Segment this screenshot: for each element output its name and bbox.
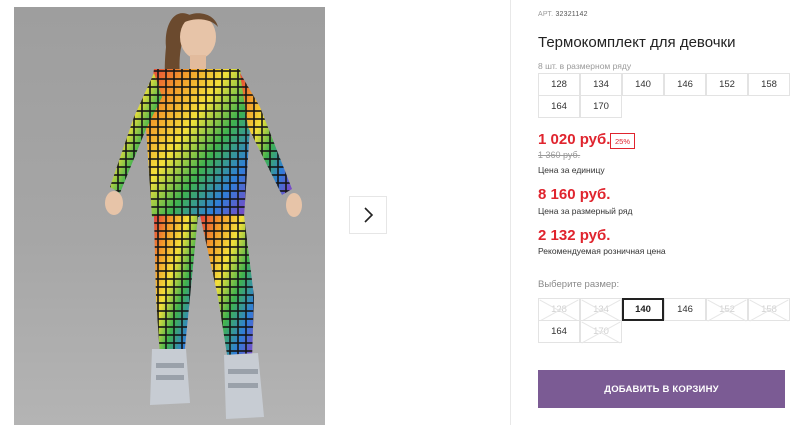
product-photo (14, 7, 325, 425)
size-range-cell: 140 (622, 73, 664, 96)
article-number: АРТ. 32321142 (538, 11, 588, 18)
size-option-158: 158 (748, 298, 790, 321)
product-gallery (0, 0, 520, 425)
article-code: 32321142 (555, 11, 588, 18)
size-range-cell: 134 (580, 73, 622, 96)
size-range-cell: 164 (538, 95, 580, 118)
size-option-164[interactable]: 164 (538, 320, 580, 343)
size-option-152: 152 (706, 298, 748, 321)
retail-price-caption: Рекомендуемая розничная цена (538, 246, 666, 256)
size-option-134: 134 (580, 298, 622, 321)
size-range-cell: 146 (664, 73, 706, 96)
girl-in-thermal-set-image (105, 13, 302, 419)
size-select-grid: 128 134 140 146 152 158 164 170 (538, 298, 790, 343)
size-option-140[interactable]: 140 (622, 298, 664, 321)
discount-badge: 25% (610, 133, 636, 149)
unit-price: 1 020 руб. (538, 131, 611, 148)
retail-price: 2 132 руб. (538, 227, 611, 244)
add-to-cart-button[interactable]: ДОБАВИТЬ В КОРЗИНУ (538, 370, 785, 408)
unit-price-caption: Цена за единицу (538, 165, 605, 175)
size-option-128: 128 (538, 298, 580, 321)
size-range-cell: 128 (538, 73, 580, 96)
chevron-right-icon (364, 207, 374, 223)
range-price: 8 160 руб. (538, 186, 611, 203)
gallery-next-button[interactable] (349, 196, 387, 234)
size-range-cell: 152 (706, 73, 748, 96)
size-option-146[interactable]: 146 (664, 298, 706, 321)
article-label: АРТ. (538, 11, 554, 18)
range-price-caption: Цена за размерный ряд (538, 206, 633, 216)
size-option-170: 170 (580, 320, 622, 343)
panel-divider (510, 0, 511, 425)
product-info-panel: АРТ. 32321142 Термокомплект для девочки … (538, 0, 800, 425)
size-range-grid: 128 134 140 146 152 158 164 170 (538, 73, 790, 118)
size-range-caption: 8 шт. в размерном ряду (538, 61, 632, 71)
size-range-cell: 170 (580, 95, 622, 118)
size-range-cell: 158 (748, 73, 790, 96)
size-select-label: Выберите размер: (538, 279, 620, 290)
product-title: Термокомплект для девочки (538, 34, 736, 51)
old-price: 1 360 руб. (538, 150, 581, 160)
